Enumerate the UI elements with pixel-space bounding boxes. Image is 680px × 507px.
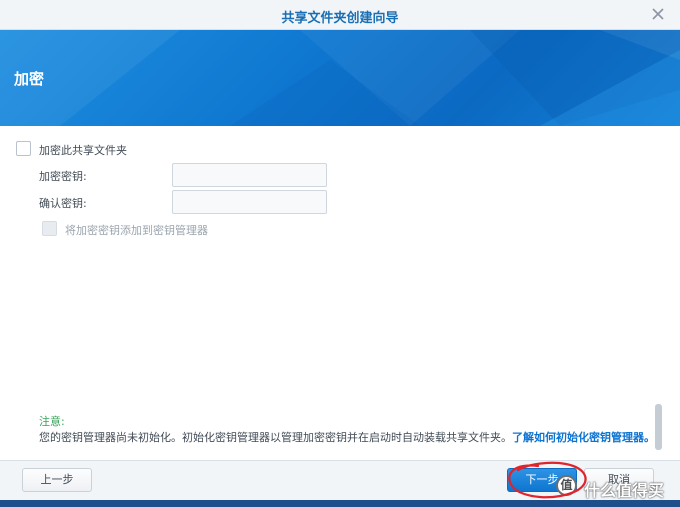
watermark-text: 什么值得买 [584,481,665,500]
note-body: 您的密钥管理器尚未初始化。初始化密钥管理器以管理加密密钥并在启动时自动装载共享文… [39,431,512,444]
confirm-key-label: 确认密钥: [39,197,87,210]
key-label: 加密密钥: [39,170,87,183]
add-to-key-manager-checkbox[interactable] [42,221,57,236]
note-title: 注意: [39,415,65,428]
encrypt-checkbox-label: 加密此共享文件夹 [39,144,127,157]
wizard-banner: 加密 [0,30,680,126]
page-title: 加密 [14,70,45,88]
encryption-key-input[interactable] [172,163,327,187]
close-icon[interactable] [650,6,666,22]
title-bar: 共享文件夹创建向导 [0,0,680,30]
banner-pattern [0,30,680,126]
back-button[interactable]: 上一步 [22,468,92,492]
watermark-logo-icon: 值 [556,475,577,496]
add-to-key-manager-label: 将加密密钥添加到密钥管理器 [65,224,208,237]
key-manager-help-link[interactable]: 了解如何初始化密钥管理器。 [512,431,655,444]
note-text: 您的密钥管理器尚未初始化。初始化密钥管理器以管理加密密钥并在启动时自动装载共享文… [39,429,655,445]
scrollbar-thumb[interactable] [655,404,662,450]
window-title: 共享文件夹创建向导 [281,11,399,26]
window-bottom-edge [0,500,680,507]
wizard-content: 加密此共享文件夹 加密密钥: 确认密钥: 将加密密钥添加到密钥管理器 注意: 您… [0,126,680,460]
confirm-key-input[interactable] [172,190,327,214]
encrypt-checkbox[interactable] [16,141,31,156]
